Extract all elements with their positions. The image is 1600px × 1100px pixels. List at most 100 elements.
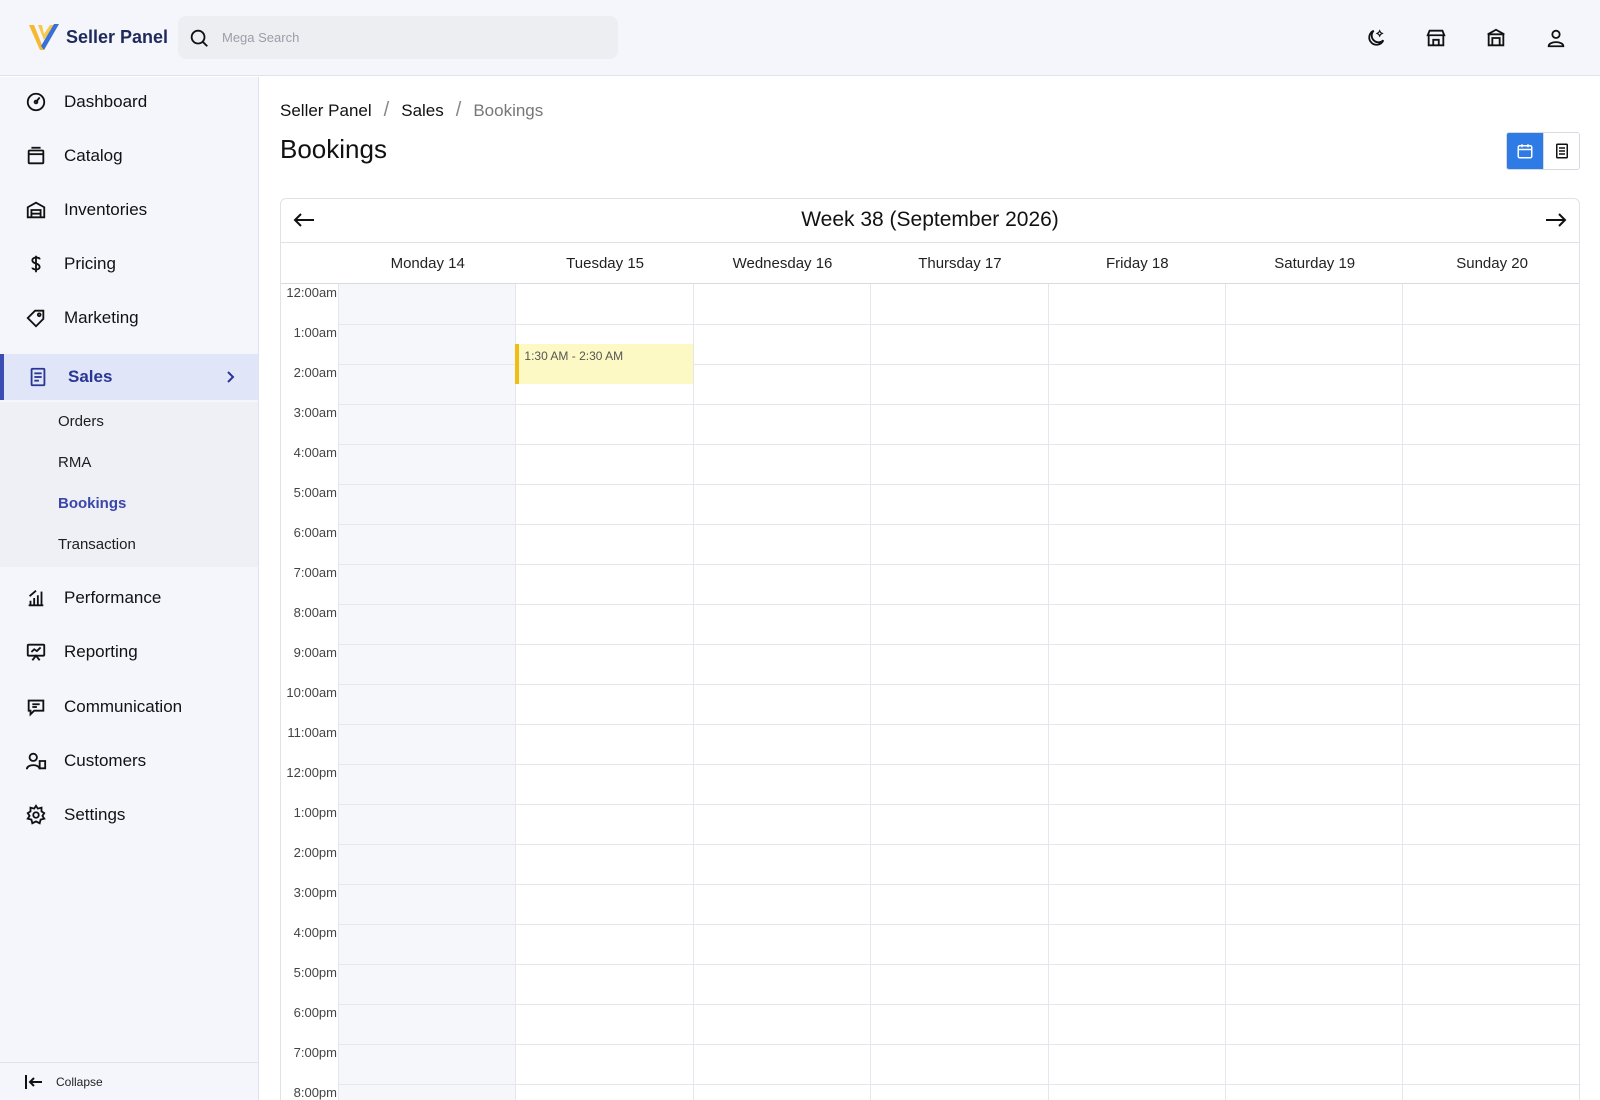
- submenu-item-transaction[interactable]: Transaction: [58, 536, 136, 553]
- collapse-label: Collapse: [56, 1074, 103, 1089]
- customers-icon: [24, 749, 48, 773]
- message-icon: [24, 695, 48, 719]
- calendar-title: Week 38 (September 2026): [801, 208, 1059, 231]
- day-header: Tuesday 15: [566, 255, 644, 272]
- time-label: 4:00am: [293, 445, 337, 460]
- store-icon[interactable]: [1422, 24, 1450, 52]
- next-week-button[interactable]: [1541, 207, 1571, 233]
- list-view-button[interactable]: [1543, 133, 1579, 169]
- sidebar-item-performance[interactable]: Performance: [0, 575, 258, 621]
- sidebar-item-catalog[interactable]: Catalog: [0, 133, 258, 179]
- gear-icon: [24, 803, 48, 827]
- page-title: Bookings: [280, 134, 387, 164]
- breadcrumb: Seller Panel / Sales / Bookings: [280, 99, 543, 122]
- time-label: 2:00am: [293, 365, 337, 380]
- logo[interactable]: Seller Panel: [28, 22, 168, 52]
- sidebar-item-label: Performance: [64, 588, 162, 607]
- sidebar-item-label: Inventories: [64, 200, 148, 219]
- sidebar-item-settings[interactable]: Settings: [0, 792, 258, 838]
- booking-event[interactable]: 1:30 AM - 2:30 AM: [515, 344, 693, 384]
- breadcrumb-item[interactable]: Seller Panel: [280, 101, 372, 121]
- hour-divider: [339, 524, 1579, 525]
- column-divider: [692, 284, 694, 1100]
- hour-divider: [339, 724, 1579, 725]
- column-divider: [1225, 284, 1226, 1100]
- sidebar-item-label: Catalog: [64, 146, 123, 165]
- time-label: 10:00am: [286, 685, 337, 700]
- day-headers: Monday 14 Tuesday 15 Wednesday 16 Thursday …: [281, 243, 1579, 284]
- column-divider: [338, 284, 339, 1100]
- dark-mode-icon[interactable]: [1362, 24, 1390, 52]
- arrow-right-icon: [1546, 213, 1567, 227]
- time-label: 8:00pm: [293, 1085, 337, 1100]
- hour-divider: [339, 964, 1579, 965]
- day-header: Saturday 19: [1274, 255, 1356, 272]
- top-bar: Seller Panel: [0, 0, 1600, 76]
- time-label: 3:00am: [293, 405, 337, 420]
- view-toggle: [1506, 132, 1580, 170]
- day-header: Wednesday 16: [732, 255, 833, 272]
- receipt-icon: [26, 365, 50, 389]
- sidebar: Dashboard Catalog Inventories Pricing Ma…: [0, 77, 259, 1100]
- collapse-icon: [25, 1074, 42, 1089]
- search-bar[interactable]: [178, 16, 618, 59]
- calendar-view-button[interactable]: [1507, 133, 1543, 169]
- sidebar-item-label: Customers: [64, 751, 147, 770]
- hour-divider: [339, 924, 1579, 925]
- time-label: 5:00am: [293, 485, 337, 500]
- chart-icon: [24, 586, 48, 610]
- sidebar-item-label: Marketing: [64, 308, 139, 327]
- hour-divider: [339, 844, 1579, 845]
- sidebar-item-label: Pricing: [64, 254, 116, 273]
- sidebar-item-pricing[interactable]: Pricing: [0, 241, 258, 287]
- hour-divider: [339, 484, 1579, 485]
- breadcrumb-separator: /: [383, 99, 390, 121]
- submenu-item-bookings[interactable]: Bookings: [58, 495, 126, 512]
- collapse-button[interactable]: Collapse: [0, 1062, 258, 1100]
- shop-icon[interactable]: [1482, 24, 1510, 52]
- sidebar-item-dashboard[interactable]: Dashboard: [0, 79, 258, 125]
- sidebar-item-customers[interactable]: Customers: [0, 738, 258, 784]
- search-input[interactable]: [222, 30, 602, 45]
- sidebar-item-marketing[interactable]: Marketing: [0, 295, 258, 341]
- sidebar-item-inventories[interactable]: Inventories: [0, 187, 258, 233]
- hour-divider: [339, 804, 1579, 805]
- sidebar-item-label: Sales: [68, 367, 113, 386]
- hour-divider: [339, 764, 1579, 765]
- sidebar-item-sales[interactable]: Sales: [0, 354, 258, 400]
- calendar: Week 38 (September 2026) Monday 14 Tuesda…: [280, 198, 1580, 1100]
- presentation-icon: [24, 640, 48, 664]
- breadcrumb-current: Bookings: [473, 100, 544, 120]
- breadcrumb-item[interactable]: Sales: [401, 101, 444, 121]
- time-label: 5:00pm: [293, 965, 337, 980]
- day-header: Thursday 17: [918, 255, 1002, 272]
- hour-divider: [339, 684, 1579, 685]
- sidebar-item-communication[interactable]: Communication: [0, 684, 258, 730]
- time-label: 4:00pm: [293, 925, 337, 940]
- day-header: Sunday 20: [1456, 255, 1528, 272]
- submenu-item-orders[interactable]: Orders: [58, 413, 104, 430]
- dashboard-icon: [24, 90, 48, 114]
- calendar-header: Week 38 (September 2026): [281, 199, 1579, 243]
- time-label: 2:00pm: [293, 845, 337, 860]
- search-icon: [190, 29, 208, 47]
- time-label: 1:00pm: [293, 805, 337, 820]
- day-header: Friday 18: [1106, 255, 1169, 272]
- chevron-right-icon: [222, 369, 238, 385]
- user-icon[interactable]: [1542, 24, 1570, 52]
- submenu-item-rma[interactable]: RMA: [58, 454, 91, 471]
- time-label: 1:00am: [293, 325, 337, 340]
- hour-divider: [339, 404, 1579, 405]
- time-label: 8:00am: [293, 605, 337, 620]
- inventories-icon: [24, 198, 48, 222]
- sidebar-item-label: Reporting: [64, 642, 138, 661]
- time-label: 9:00am: [293, 645, 337, 660]
- sales-submenu: Orders RMA Bookings Transaction: [0, 402, 258, 567]
- day-header: Monday 14: [390, 255, 465, 272]
- hour-divider: [339, 1044, 1579, 1045]
- catalog-icon: [24, 144, 48, 168]
- today-column: [339, 284, 516, 1100]
- sidebar-item-reporting[interactable]: Reporting: [0, 629, 258, 675]
- time-label: 6:00pm: [293, 1005, 337, 1020]
- time-grid: 12:00am 1:00am 2:00am 3:00am 4:00am 5:00am 6:0…: [281, 284, 1579, 1100]
